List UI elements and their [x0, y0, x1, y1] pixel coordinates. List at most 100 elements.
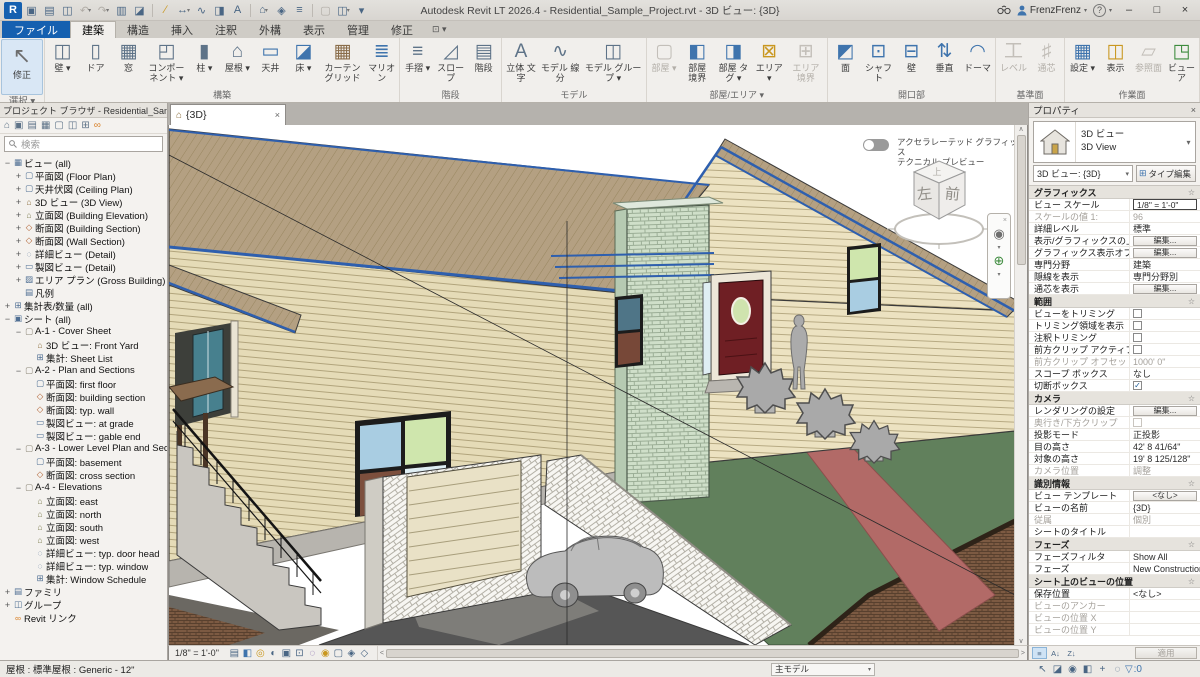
- tree-item[interactable]: +▭製図ビュー (Detail): [0, 260, 167, 273]
- search-input[interactable]: 検索: [4, 136, 163, 152]
- tree-item[interactable]: ∞Revit リンク: [0, 611, 167, 624]
- property-edit-button[interactable]: 編集...: [1133, 236, 1197, 246]
- detail-level-icon[interactable]: ▤: [228, 648, 241, 659]
- ribbon-button-floor[interactable]: ◪床 ▾: [287, 39, 320, 89]
- property-edit-button[interactable]: 編集...: [1133, 284, 1197, 294]
- view-tab-close-icon[interactable]: ×: [275, 110, 280, 120]
- ribbon-button-model-group[interactable]: ◫モデル グループ ▾: [582, 39, 645, 89]
- highlight-displacement-sets-icon[interactable]: ◈: [345, 648, 358, 659]
- apply-button[interactable]: 適用: [1135, 647, 1197, 659]
- switch-windows-icon[interactable]: ◫▾: [335, 2, 352, 19]
- property-group-header[interactable]: グラフィックス☆: [1029, 186, 1200, 199]
- pin-icon[interactable]: ☆: [1188, 394, 1195, 403]
- thin-lines-icon[interactable]: ≡: [291, 2, 308, 19]
- tree-item[interactable]: +◇断面図 (Building Section): [0, 221, 167, 234]
- tab-構造[interactable]: 構造: [116, 21, 160, 38]
- scroll-left-icon[interactable]: <: [380, 650, 384, 657]
- steering-wheel-icon[interactable]: ◉: [993, 226, 1004, 242]
- customize-qat-icon[interactable]: ▾: [353, 2, 370, 19]
- tree-item[interactable]: ⌂立面図: south: [0, 520, 167, 533]
- tag-icon[interactable]: ◨: [211, 2, 228, 19]
- sun-path-icon[interactable]: ◎: [254, 648, 267, 659]
- tree-item[interactable]: ⌂立面図: north: [0, 507, 167, 520]
- ribbon-button-dormer[interactable]: ◠ドーマ: [961, 39, 994, 89]
- tree-item[interactable]: ◇断面図: cross section: [0, 468, 167, 481]
- property-checkbox[interactable]: [1133, 321, 1142, 330]
- section-icon[interactable]: ◈: [273, 2, 290, 19]
- property-checkbox[interactable]: [1133, 309, 1142, 318]
- tree-item[interactable]: +▤ファミリ: [0, 585, 167, 598]
- 3d-canvas[interactable]: アクセラレーテッド グラフィックス テクニカル プレビュー 上 左 前: [168, 125, 1028, 645]
- browser-groups-icon[interactable]: ◫: [68, 120, 77, 131]
- tree-item[interactable]: −▦ビュー (all): [0, 156, 167, 169]
- temporary-view-properties-icon[interactable]: ▢: [332, 648, 345, 659]
- tree-item[interactable]: ▢平面図: first floor: [0, 377, 167, 390]
- tree-item[interactable]: −▢A-3 - Lower Level Plan and Sections: [0, 442, 167, 455]
- ribbon-button-door[interactable]: ▯ドア: [79, 39, 112, 89]
- view-scale-button[interactable]: 1/8" = 1'-0": [175, 648, 219, 658]
- zoom-tool-icon[interactable]: ⊕: [994, 253, 1005, 269]
- tree-item[interactable]: +⌂立面図 (Building Elevation): [0, 208, 167, 221]
- tree-expand-icon[interactable]: +: [14, 210, 23, 220]
- ribbon-button-stair[interactable]: ▤階段: [467, 39, 500, 89]
- properties-filter-icon[interactable]: ≡: [1032, 647, 1047, 659]
- type-selector-dropdown-icon[interactable]: ▾: [1182, 122, 1195, 162]
- pin-icon[interactable]: ☆: [1188, 479, 1195, 488]
- views-icon[interactable]: ▣: [23, 2, 40, 19]
- save-orientation-icon[interactable]: ◇: [358, 648, 371, 659]
- model-line-icon[interactable]: ∿: [193, 2, 210, 19]
- tree-expand-icon[interactable]: +: [14, 171, 23, 181]
- tab-挿入[interactable]: 挿入: [160, 21, 204, 38]
- ribbon-button-shaft[interactable]: ⊡シャフト: [862, 39, 895, 89]
- edit-type-button[interactable]: ⊞ タイプ編集: [1136, 165, 1196, 182]
- horizontal-scroll-thumb[interactable]: [386, 649, 1019, 658]
- drag-elements-on-selection-icon[interactable]: +: [1095, 664, 1110, 675]
- ribbon-button-wall-opening[interactable]: ⊟壁: [895, 39, 928, 89]
- browser-sheets-icon[interactable]: ▤: [28, 120, 37, 131]
- tree-item[interactable]: ▤凡例: [0, 286, 167, 299]
- tab-修正[interactable]: 修正: [380, 21, 424, 38]
- ribbon-button-railing[interactable]: ≡手摺 ▾: [401, 39, 434, 89]
- property-checkbox[interactable]: ✓: [1133, 381, 1142, 390]
- ribbon-button-component[interactable]: ◰コンポーネント ▾: [145, 39, 188, 89]
- property-group-header[interactable]: シート上のビューの位置☆: [1029, 575, 1200, 588]
- vertical-scroll-thumb[interactable]: [1017, 135, 1026, 265]
- tree-expand-icon[interactable]: +: [3, 301, 12, 311]
- property-checkbox[interactable]: [1133, 333, 1142, 342]
- ribbon-cycle-button[interactable]: ⊡ ▾: [432, 21, 447, 38]
- properties-close-icon[interactable]: ×: [1191, 105, 1196, 115]
- tab-管理[interactable]: 管理: [336, 21, 380, 38]
- filter-button[interactable]: ▽ :0: [1125, 664, 1142, 675]
- browser-schedules-icon[interactable]: ▦: [41, 120, 50, 131]
- aligned-dimension-icon[interactable]: ↔▾: [175, 2, 192, 19]
- tree-expand-icon[interactable]: +: [3, 600, 12, 610]
- ribbon-button-mullion[interactable]: ≣マリオン: [365, 39, 398, 89]
- tab-外構[interactable]: 外構: [248, 21, 292, 38]
- ribbon-button-viewer[interactable]: ◳ビューア: [1165, 39, 1198, 89]
- ribbon-button-area[interactable]: ⊠エリア ▾: [753, 39, 786, 89]
- tree-item[interactable]: −▢A-2 - Plan and Sections: [0, 364, 167, 377]
- sort-descending-icon[interactable]: Z↓: [1064, 647, 1079, 659]
- tree-item[interactable]: +⌂3D ビュー (3D View): [0, 195, 167, 208]
- scroll-up-icon[interactable]: ∧: [1018, 125, 1023, 133]
- show-crop-region-icon[interactable]: ⊡: [293, 648, 306, 659]
- tree-expand-icon[interactable]: +: [14, 275, 23, 285]
- browser-views-icon[interactable]: ▣: [14, 120, 23, 131]
- tree-expand-icon[interactable]: +: [14, 262, 23, 272]
- tree-item[interactable]: +◇断面図 (Wall Section): [0, 234, 167, 247]
- tree-item[interactable]: ⌂立面図: east: [0, 494, 167, 507]
- property-group-header[interactable]: 識別情報☆: [1029, 477, 1200, 490]
- reveal-hidden-elements-icon[interactable]: ◉: [319, 648, 332, 659]
- tree-expand-icon[interactable]: +: [14, 249, 23, 259]
- redo-icon[interactable]: ↷▾: [95, 2, 112, 19]
- property-input[interactable]: 1/8" = 1'-0": [1133, 199, 1197, 210]
- shadows-icon[interactable]: ◐: [267, 648, 280, 659]
- tree-expand-icon[interactable]: −: [3, 158, 12, 168]
- tree-item[interactable]: ▢平面図: basement: [0, 455, 167, 468]
- tree-item[interactable]: ⊞集計: Window Schedule: [0, 572, 167, 585]
- project-browser-header[interactable]: プロジェクト ブラウザ - Residential_Sample_Projec.…: [0, 103, 167, 118]
- visual-style-icon[interactable]: ◧: [241, 648, 254, 659]
- tree-expand-icon[interactable]: +: [14, 184, 23, 194]
- tree-item[interactable]: ⌂立面図: west: [0, 533, 167, 546]
- default-3d-view-icon[interactable]: ⌂▾: [255, 2, 272, 19]
